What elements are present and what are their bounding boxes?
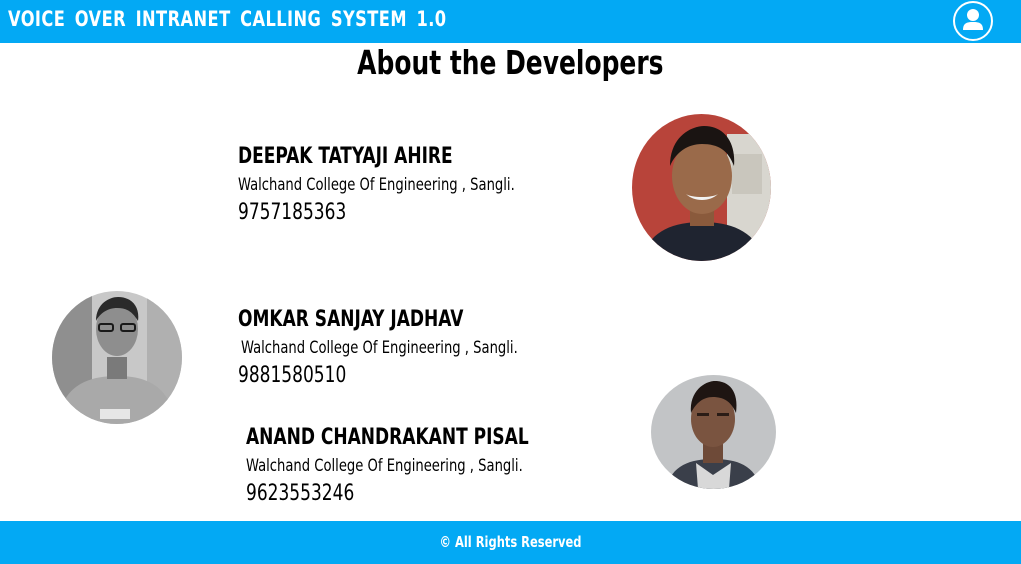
app-title: VOICE OVER INTRANET CALLING SYSTEM 1.0 — [8, 7, 447, 31]
footer-copyright: © All Rights Reserved — [0, 533, 1021, 551]
developer-college: Walchand College Of Engineering , Sangli… — [246, 456, 523, 476]
user-icon — [963, 9, 983, 30]
developer-phone: 9757185363 — [238, 200, 347, 225]
developer-college: Walchand College Of Engineering , Sangli… — [241, 338, 518, 358]
developer-college: Walchand College Of Engineering , Sangli… — [238, 175, 515, 195]
developer-card-anand: ANAND CHANDRAKANT PISAL Walchand College… — [246, 424, 575, 508]
developer-photo-anand — [651, 375, 776, 489]
app-root: VOICE OVER INTRANET CALLING SYSTEM 1.0 A… — [0, 0, 1021, 564]
user-profile-button[interactable] — [953, 1, 993, 41]
developer-name: ANAND CHANDRAKANT PISAL — [246, 425, 529, 450]
developer-card-omkar: OMKAR SANJAY JADHAV Walchand College Of … — [238, 306, 563, 390]
developer-name: DEEPAK TATYAJI AHIRE — [238, 144, 453, 169]
developer-phone: 9623553246 — [246, 481, 355, 506]
footer: © All Rights Reserved — [0, 521, 1021, 564]
page-title: About the Developers — [0, 43, 1021, 82]
developer-photo-deepak — [632, 114, 771, 261]
developer-name: OMKAR SANJAY JADHAV — [238, 307, 464, 332]
developer-phone: 9881580510 — [238, 363, 347, 388]
top-bar: VOICE OVER INTRANET CALLING SYSTEM 1.0 — [0, 0, 1021, 43]
developer-card-deepak: DEEPAK TATYAJI AHIRE Walchand College Of… — [238, 143, 560, 227]
page-title-text: About the Developers — [357, 43, 664, 82]
footer-copyright-text: © All Rights Reserved — [439, 533, 582, 551]
developer-photo-omkar — [52, 291, 182, 424]
